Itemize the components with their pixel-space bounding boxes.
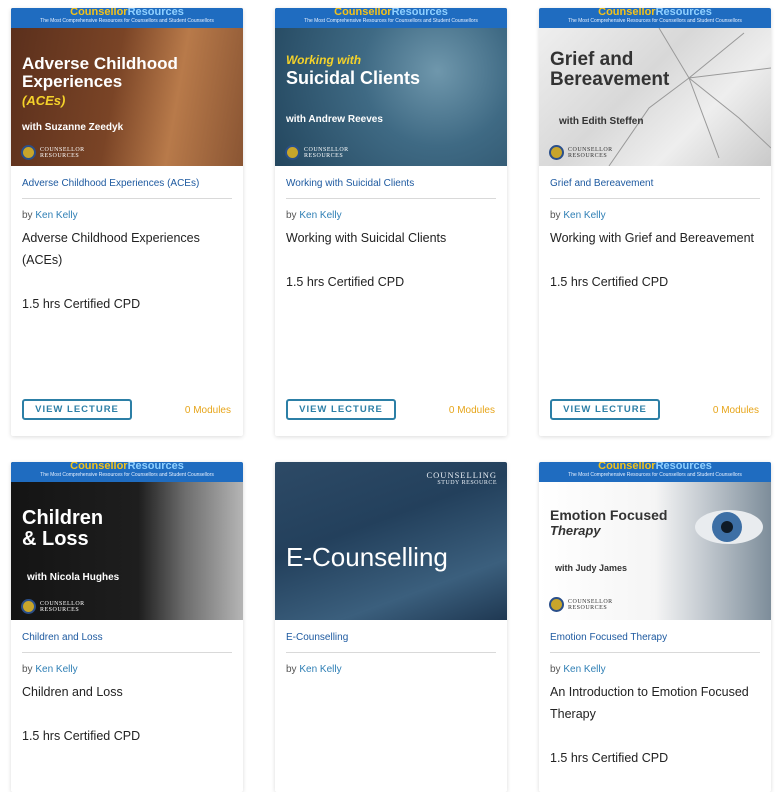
brand-bar: CounsellorResources The Most Comprehensi… <box>275 8 507 28</box>
thumbnail-presenter: with Suzanne Zeedyk <box>22 122 124 133</box>
byline: by Ken Kelly <box>550 664 606 675</box>
course-title: Children and Loss <box>22 685 123 699</box>
course-description: Working with Grief and Bereavement 1.5 h… <box>550 227 761 315</box>
byline: by Ken Kelly <box>286 210 342 221</box>
thumbnail-title: Adverse Childhood Experiences (ACEs) <box>22 54 178 108</box>
byline: by Ken Kelly <box>550 210 606 221</box>
brand-bar: CounsellorResources The Most Comprehensi… <box>539 8 771 28</box>
thumbnail-title: Grief and Bereavement <box>550 49 670 90</box>
byline: by Ken Kelly <box>22 664 78 675</box>
cpd-hours: 1.5 hrs Certified CPD <box>550 751 669 765</box>
course-thumbnail[interactable]: CounsellorResources The Most Comprehensi… <box>539 8 771 166</box>
course-link[interactable]: Adverse Childhood Experiences (ACEs) <box>22 178 199 189</box>
course-link[interactable]: Emotion Focused Therapy <box>550 632 667 643</box>
divider <box>22 652 232 653</box>
course-title: Adverse Childhood Experiences (ACEs) <box>22 231 200 267</box>
cpd-hours: 1.5 hrs Certified CPD <box>22 297 141 311</box>
thumbnail-presenter: with Judy James <box>555 563 628 573</box>
author-link[interactable]: Ken Kelly <box>299 664 341 675</box>
author-link[interactable]: Ken Kelly <box>563 664 605 675</box>
author-link[interactable]: Ken Kelly <box>35 664 77 675</box>
course-card: CounsellorResources The Most Comprehensi… <box>275 8 507 436</box>
thumbnail-presenter: with Edith Steffen <box>559 116 644 127</box>
brand-logo: COUNSELLOR RESOURCES <box>549 145 613 160</box>
thumbnail-title: E-Counselling <box>286 542 448 572</box>
course-card: CounsellorResources The Most Comprehensi… <box>539 462 771 792</box>
course-card: CounsellorResources The Most Comprehensi… <box>539 8 771 436</box>
byline: by Ken Kelly <box>286 664 342 675</box>
view-lecture-button[interactable]: VIEW LECTURE <box>550 399 660 420</box>
author-link[interactable]: Ken Kelly <box>35 210 77 221</box>
course-title: An Introduction to Emotion Focused Thera… <box>550 685 749 721</box>
course-description: Adverse Childhood Experiences (ACEs) 1.5… <box>22 227 233 337</box>
brand-logo: COUNSELLOR RESOURCES <box>285 145 349 160</box>
byline: by Ken Kelly <box>22 210 78 221</box>
brand-bar: CounsellorResources The Most Comprehensi… <box>11 462 243 482</box>
brand-logo: COUNSELLOR RESOURCES <box>21 599 85 614</box>
thumbnail-presenter: with Nicola Hughes <box>27 572 120 583</box>
course-thumbnail[interactable]: CounsellorResources The Most Comprehensi… <box>275 8 507 166</box>
brand-logo: COUNSELLOR RESOURCES <box>21 145 85 160</box>
course-link[interactable]: E-Counselling <box>286 632 348 643</box>
divider <box>286 198 496 199</box>
divider <box>286 652 496 653</box>
course-card: COUNSELLING STUDY RESOURCE E-Counselling… <box>275 462 507 792</box>
course-description: Working with Suicidal Clients 1.5 hrs Ce… <box>286 227 497 315</box>
thumbnail-presenter: with Andrew Reeves <box>286 114 383 125</box>
course-thumbnail[interactable]: CounsellorResources The Most Comprehensi… <box>11 462 243 620</box>
cpd-hours: 1.5 hrs Certified CPD <box>286 275 405 289</box>
view-lecture-button[interactable]: VIEW LECTURE <box>286 399 396 420</box>
view-lecture-button[interactable]: VIEW LECTURE <box>22 399 132 420</box>
author-link[interactable]: Ken Kelly <box>299 210 341 221</box>
thumbnail-title: Emotion Focused Therapy <box>550 507 668 538</box>
course-thumbnail[interactable]: CounsellorResources The Most Comprehensi… <box>11 8 243 166</box>
course-card: CounsellorResources The Most Comprehensi… <box>11 462 243 792</box>
module-count: 0 Modules <box>712 405 759 416</box>
study-resource-tag: COUNSELLING STUDY RESOURCE <box>426 470 497 486</box>
course-card: CounsellorResources The Most Comprehensi… <box>11 8 243 436</box>
thumbnail-title: Children & Loss <box>22 507 104 550</box>
divider <box>22 198 232 199</box>
brand-logo: COUNSELLOR RESOURCES <box>549 597 613 612</box>
module-count: 0 Modules <box>184 405 231 416</box>
course-link[interactable]: Working with Suicidal Clients <box>286 178 414 189</box>
course-thumbnail[interactable]: COUNSELLING STUDY RESOURCE E-Counselling <box>275 462 507 620</box>
thumbnail-title: Working with Suicidal Clients <box>286 53 421 88</box>
course-thumbnail[interactable]: CounsellorResources The Most Comprehensi… <box>539 462 771 620</box>
course-title: Working with Grief and Bereavement <box>550 231 755 245</box>
cpd-hours: 1.5 hrs Certified CPD <box>22 729 141 743</box>
course-link[interactable]: Children and Loss <box>22 632 103 643</box>
author-link[interactable]: Ken Kelly <box>563 210 605 221</box>
cpd-hours: 1.5 hrs Certified CPD <box>550 275 669 289</box>
course-description: Children and Loss 1.5 hrs Certified CPD <box>22 681 233 769</box>
divider <box>550 198 760 199</box>
divider <box>550 652 760 653</box>
module-count: 0 Modules <box>448 405 495 416</box>
course-link[interactable]: Grief and Bereavement <box>550 178 653 189</box>
brand-bar: CounsellorResources The Most Comprehensi… <box>11 8 243 28</box>
brand-bar: CounsellorResources The Most Comprehensi… <box>539 462 771 482</box>
eye-graphic <box>695 510 763 544</box>
course-title: Working with Suicidal Clients <box>286 231 447 245</box>
